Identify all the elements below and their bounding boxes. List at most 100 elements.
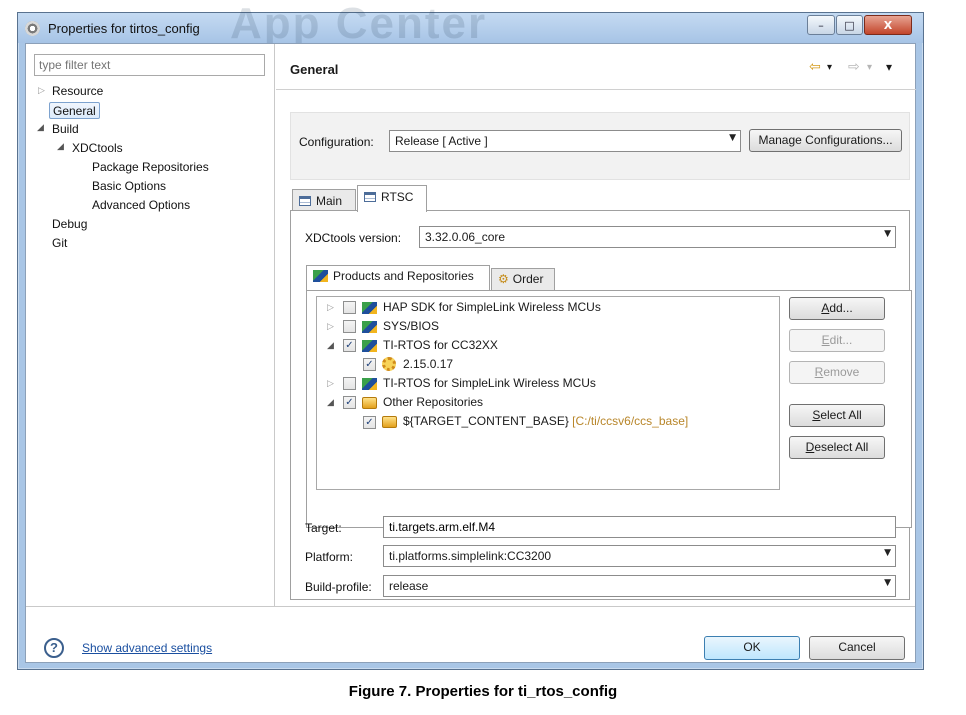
expand-icon[interactable]: ▷ [38, 86, 45, 96]
cancel-button[interactable]: Cancel [809, 636, 905, 660]
tab-rtsc[interactable]: RTSC [357, 185, 427, 212]
forward-menu-icon[interactable]: ▾ [867, 62, 872, 73]
target-field[interactable] [383, 516, 896, 538]
remove-mnemonic: R [814, 365, 824, 379]
repository-path: [C:/ti/ccsv6/ccs_base] [572, 414, 689, 428]
platform-select[interactable]: ti.platforms.simplelink:CC3200 ▼ [383, 545, 896, 567]
forward-arrow-icon[interactable]: ⇨ [848, 59, 860, 75]
tree-item-git[interactable]: Git [52, 235, 67, 252]
target-label: Target: [305, 521, 342, 535]
window-title: Properties for tirtos_config [48, 21, 200, 36]
show-advanced-settings-link[interactable]: Show advanced settings [82, 641, 212, 655]
tree-item-package-repositories[interactable]: Package Repositories [92, 159, 209, 176]
repository-icon [382, 416, 397, 428]
configuration-group: Configuration: Release [ Active ] ▼ Mana… [290, 112, 910, 180]
app-icon [25, 21, 40, 36]
configuration-select[interactable]: Release [ Active ] ▼ [389, 130, 741, 152]
deselect-all-button[interactable]: Deselect All [789, 436, 885, 459]
product-checkbox[interactable] [343, 320, 356, 333]
package-icon [362, 321, 377, 333]
other-repositories[interactable]: Other Repositories [383, 393, 483, 411]
maximize-button[interactable]: □ [836, 15, 863, 35]
chevron-down-icon: ▼ [729, 133, 736, 143]
product-hap-sdk[interactable]: HAP SDK for SimpleLink Wireless MCUs [383, 298, 601, 316]
chevron-down-icon: ▼ [884, 229, 891, 239]
chevron-down-icon: ▼ [884, 548, 891, 558]
package-icon [313, 270, 328, 282]
tree-item-basic-options[interactable]: Basic Options [92, 178, 166, 195]
add-button[interactable]: Add... [789, 297, 885, 320]
property-page: General ⇦ ▾ ⇨ ▾ ▾ Configuration: Release… [276, 44, 916, 606]
back-menu-icon[interactable]: ▾ [827, 62, 832, 73]
close-button[interactable]: X [864, 15, 912, 35]
product-checkbox[interactable] [343, 301, 356, 314]
product-ti-rtos-simplelink[interactable]: TI-RTOS for SimpleLink Wireless MCUs [383, 374, 596, 392]
ok-button[interactable]: OK [704, 636, 800, 660]
collapse-icon[interactable]: ◢ [327, 398, 334, 408]
tab-products-and-repositories[interactable]: Products and Repositories [306, 265, 490, 290]
product-version[interactable]: 2.15.0.17 [403, 355, 453, 373]
title-bar[interactable]: App Center Properties for tirtos_config … [18, 0, 923, 48]
product-ti-rtos-cc32xx[interactable]: TI-RTOS for CC32XX [383, 336, 498, 354]
build-profile-label: Build-profile: [305, 580, 372, 594]
expand-icon[interactable]: ▷ [327, 379, 334, 389]
filter-input[interactable] [34, 54, 265, 76]
manage-configurations-button[interactable]: Manage Configurations... [749, 129, 902, 152]
edit-button[interactable]: Edit... [789, 329, 885, 352]
tree-item-general[interactable]: General [49, 102, 100, 119]
package-icon [362, 378, 377, 390]
tree-item-advanced-options[interactable]: Advanced Options [92, 197, 190, 214]
tab-rtsc-label: RTSC [381, 190, 414, 204]
order-icon: ⚙ [498, 272, 509, 286]
header-divider [276, 89, 916, 90]
remove-label: emove [823, 365, 860, 379]
help-icon[interactable]: ? [44, 638, 64, 658]
collapse-icon[interactable]: ◢ [57, 142, 64, 152]
configuration-label: Configuration: [299, 135, 374, 149]
product-checkbox[interactable] [343, 377, 356, 390]
tab-main-label: Main [316, 194, 343, 208]
xdctools-version-value: 3.32.0.06_core [425, 230, 506, 244]
xdctools-version-select[interactable]: 3.32.0.06_core ▼ [419, 226, 896, 248]
repository-label: ${TARGET_CONTENT_BASE} [403, 414, 569, 428]
repository-checkbox[interactable]: ✓ [343, 396, 356, 409]
expand-icon[interactable]: ▷ [327, 322, 334, 332]
remove-button[interactable]: Remove [789, 361, 885, 384]
build-profile-select[interactable]: release ▼ [383, 575, 896, 597]
version-checkbox[interactable]: ✓ [363, 358, 376, 371]
collapse-icon[interactable]: ◢ [37, 123, 44, 133]
edit-mnemonic: E [821, 333, 830, 347]
property-nav-pane: ▷ Resource General ◢ Build ◢ XDCtools Pa… [26, 44, 275, 606]
tab-page-icon [364, 192, 376, 202]
build-profile-value: release [389, 579, 429, 593]
expand-icon[interactable]: ▷ [327, 303, 334, 313]
configuration-value: Release [ Active ] [395, 134, 488, 148]
deselect-all-label: eselect All [814, 440, 869, 454]
collapse-icon[interactable]: ◢ [327, 341, 334, 351]
edit-label: dit... [829, 333, 853, 347]
product-checkbox[interactable]: ✓ [343, 339, 356, 352]
tab-order-label: Order [512, 272, 544, 286]
minimize-button[interactable]: – [807, 15, 835, 35]
tree-item-resource[interactable]: Resource [52, 83, 103, 100]
select-all-button[interactable]: Select All [789, 404, 885, 427]
tab-page-icon [299, 196, 311, 206]
platform-value: ti.platforms.simplelink:CC3200 [389, 549, 552, 563]
dialog-client: ▷ Resource General ◢ Build ◢ XDCtools Pa… [25, 43, 916, 663]
platform-label: Platform: [305, 550, 354, 564]
figure-caption: Figure 7. Properties for ti_rtos_config [348, 683, 618, 700]
repository-target-content-base[interactable]: ${TARGET_CONTENT_BASE} [C:/ti/ccsv6/ccs_… [403, 412, 688, 430]
tree-item-build[interactable]: Build [52, 121, 79, 138]
chevron-down-icon: ▼ [884, 578, 891, 588]
repository-checkbox[interactable]: ✓ [363, 416, 376, 429]
add-label: dd... [829, 301, 853, 315]
tree-item-debug[interactable]: Debug [52, 216, 87, 233]
back-arrow-icon[interactable]: ⇦ [809, 59, 821, 75]
tree-item-xdctools[interactable]: XDCtools [72, 140, 123, 157]
deselect-all-mnemonic: D [805, 440, 815, 454]
view-menu-icon[interactable]: ▾ [886, 60, 892, 74]
tab-products-label: Products and Repositories [333, 269, 474, 283]
product-sys-bios[interactable]: SYS/BIOS [383, 317, 439, 335]
tab-order[interactable]: ⚙ Order [491, 268, 555, 290]
products-list[interactable]: ▷ HAP SDK for SimpleLink Wireless MCUs ▷… [316, 296, 780, 490]
